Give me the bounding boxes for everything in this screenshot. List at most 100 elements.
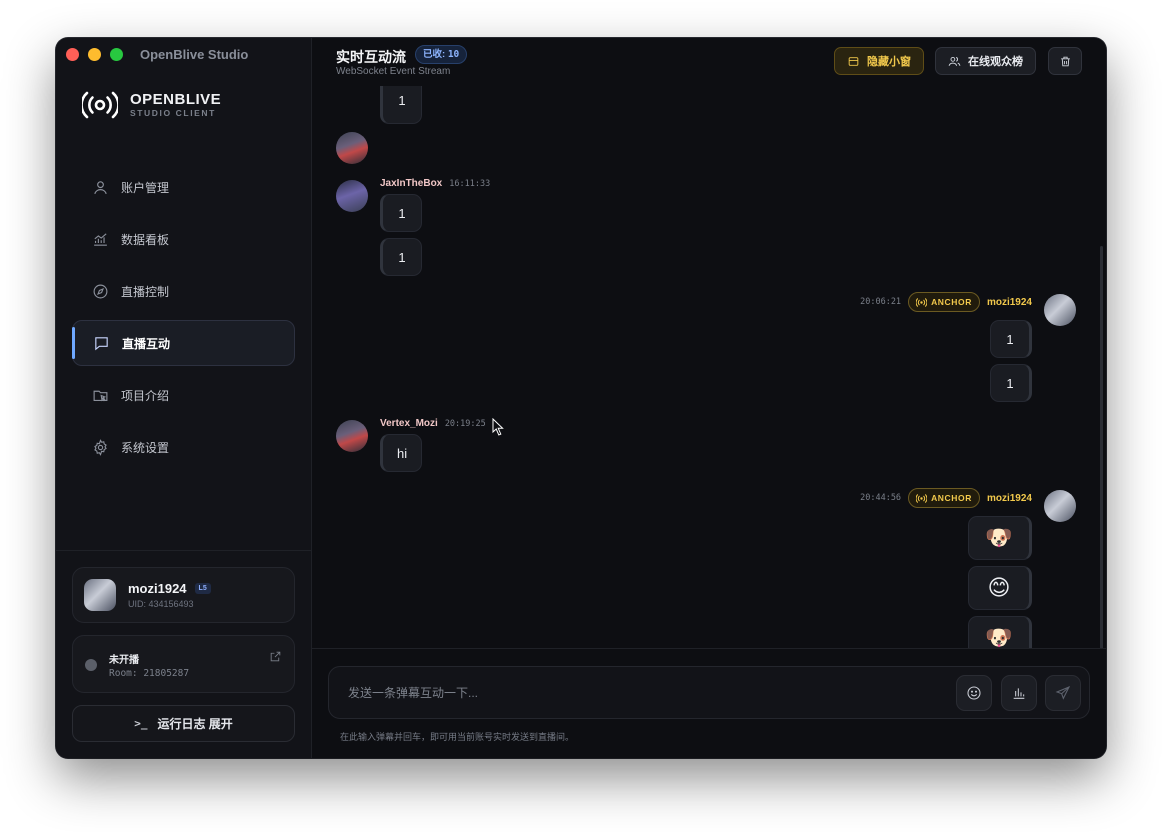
mouse-cursor-icon (492, 418, 504, 436)
log-button-label: 运行日志 展开 (157, 717, 233, 731)
terminal-icon: >_ (134, 717, 148, 730)
message-meta: 20:06:21 ANCHOR mozi1924 (860, 292, 1032, 312)
message-feed[interactable]: 1 JaxInTheBox 16:11:33 1 1 20:06:21 ANCH… (312, 86, 1106, 648)
send-button[interactable] (1045, 675, 1081, 711)
level-badge: L5 (194, 583, 211, 594)
hide-button-label: 隐藏小窗 (867, 56, 911, 68)
user-uid: UID: 434156493 (128, 599, 194, 609)
clear-messages-button[interactable] (1048, 47, 1082, 75)
users-icon (948, 56, 961, 66)
sidebar-item-label: 数据看板 (121, 232, 170, 247)
message-username: mozi1924 (986, 492, 1032, 504)
message-meta: 20:44:56 ANCHOR mozi1924 (860, 488, 1032, 508)
sidebar-item-label: 账户管理 (121, 180, 170, 195)
message-bubble: 1 (380, 238, 422, 276)
message-input-box (328, 666, 1090, 719)
online-audience-rank-button[interactable]: 在线观众榜 (935, 47, 1036, 75)
message-time: 16:11:33 (449, 178, 491, 189)
brand-subtitle: STUDIO CLIENT (130, 108, 216, 118)
app-window: OpenBlive Studio OPENBLIVE STUDIO CLIENT… (56, 38, 1106, 758)
badge-label: 已收: (423, 49, 446, 60)
message-meta: JaxInTheBox 16:11:33 (380, 178, 490, 189)
message-input[interactable] (329, 667, 929, 718)
page-title: 实时互动流 (336, 49, 406, 65)
sidebar-item-label: 直播互动 (122, 336, 171, 351)
emote-bubble: 😊 (968, 566, 1032, 610)
stats-button[interactable] (1001, 675, 1037, 711)
chart-line-icon (94, 232, 107, 246)
avatar (1044, 490, 1076, 522)
room-id: Room: 21805287 (109, 668, 190, 679)
user-card[interactable]: mozi1924 L5 UID: 434156493 (72, 567, 295, 623)
received-count-badge: 已收: 10 (415, 45, 468, 64)
sidebar-item-about[interactable]: 项目介绍 (72, 372, 295, 418)
message-bubble: 1 (380, 194, 422, 232)
hide-mini-window-button[interactable]: 隐藏小窗 (834, 47, 924, 75)
external-link-icon[interactable] (269, 650, 282, 663)
trash-icon (1060, 56, 1070, 66)
message-time: 20:19:25 (444, 418, 486, 429)
window-controls (66, 48, 123, 61)
sidebar-divider (56, 550, 311, 551)
avatar (84, 579, 116, 611)
message-bubble: 1 (990, 364, 1032, 402)
message-bubble: 1 (990, 320, 1032, 358)
live-status-card: 未开播 Room: 21805287 (72, 635, 295, 693)
avatar (1044, 294, 1076, 326)
message-time: 20:44:56 (860, 493, 902, 503)
avatar (336, 420, 368, 452)
send-icon (1055, 685, 1071, 700)
sidebar-item-dashboard[interactable]: 数据看板 (72, 216, 295, 262)
message-meta: Vertex_Mozi 20:19:25 (380, 418, 486, 429)
emote-bubble: 🐶 (968, 516, 1032, 560)
rank-button-label: 在线观众榜 (968, 56, 1023, 68)
sidebar: OpenBlive Studio OPENBLIVE STUDIO CLIENT… (56, 38, 312, 758)
header: 实时互动流 已收: 10 WebSocket Event Stream 隐藏小窗… (312, 38, 1106, 86)
live-status-dot (85, 659, 97, 671)
badge-count: 10 (447, 49, 460, 60)
user-name: mozi1924 (128, 581, 187, 596)
sidebar-item-live-interaction[interactable]: 直播互动 (72, 320, 295, 366)
zoom-window-button[interactable] (110, 48, 123, 61)
page-subtitle: WebSocket Event Stream (336, 66, 451, 77)
gear-icon (94, 438, 107, 456)
avatar (336, 132, 368, 164)
feed-scrollbar[interactable] (1100, 246, 1103, 648)
sidebar-item-live-control[interactable]: 直播控制 (72, 268, 295, 314)
live-status-text: 未开播 (109, 655, 139, 666)
toggle-log-button[interactable]: >_ 运行日志 展开 (72, 705, 295, 742)
minimize-window-button[interactable] (88, 48, 101, 61)
emoji-button[interactable] (956, 675, 992, 711)
sidebar-item-label: 系统设置 (121, 440, 170, 455)
sidebar-item-label: 直播控制 (121, 284, 170, 299)
broadcast-icon (916, 493, 928, 503)
sidebar-item-settings[interactable]: 系统设置 (72, 424, 295, 470)
emote-bubble: 🐶 (968, 616, 1032, 648)
bar-chart-icon (1013, 688, 1025, 699)
broadcast-icon (916, 297, 928, 307)
anchor-badge: ANCHOR (908, 292, 980, 312)
message-bubble: 1 (380, 86, 422, 124)
message-username: JaxInTheBox (380, 178, 443, 189)
compass-icon (93, 284, 108, 298)
emoji-icon (967, 686, 981, 700)
window-icon (848, 56, 859, 66)
folder-pointer-icon (93, 390, 108, 402)
close-window-button[interactable] (66, 48, 79, 61)
sidebar-nav: 账户管理 数据看板 直播控制 直播互动 项目介绍 系统设置 (72, 164, 295, 476)
message-username: mozi1924 (986, 296, 1032, 308)
message-username: Vertex_Mozi (380, 418, 438, 429)
anchor-tag-label: ANCHOR (931, 297, 972, 307)
brand: OPENBLIVE STUDIO CLIENT (82, 90, 221, 120)
user-icon (94, 180, 107, 194)
avatar (336, 180, 368, 212)
sidebar-item-account[interactable]: 账户管理 (72, 164, 295, 210)
message-time: 20:06:21 (860, 297, 902, 307)
input-hint: 在此输入弹幕并回车，即可用当前账号实时发送到直播间。 (340, 732, 575, 742)
anchor-tag-label: ANCHOR (931, 493, 972, 503)
message-bubble: hi (380, 434, 423, 472)
anchor-badge: ANCHOR (908, 488, 980, 508)
chat-bubble-icon (95, 336, 108, 350)
app-title: OpenBlive Studio (140, 47, 249, 62)
brand-name: OPENBLIVE (130, 91, 222, 108)
